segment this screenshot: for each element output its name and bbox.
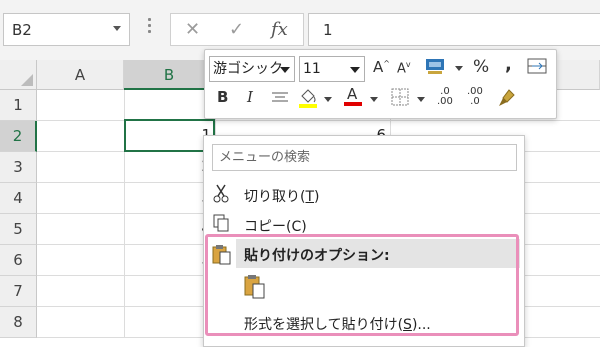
comma-style-button[interactable]: , (505, 54, 512, 75)
font-size-value: 11 (303, 61, 321, 77)
chevron-down-icon (280, 67, 290, 73)
cell-b3[interactable]: 2 (124, 157, 211, 175)
chevron-down-icon[interactable] (324, 97, 332, 102)
row-header-3[interactable]: 3 (0, 152, 37, 183)
grid-line (37, 120, 600, 121)
highlight-box (205, 234, 519, 336)
copy-icon (212, 214, 230, 236)
row-header-1[interactable]: 1 (0, 90, 37, 121)
row-header-5[interactable]: 5 (0, 214, 37, 245)
align-center-icon[interactable] (271, 90, 289, 110)
format-painter-icon[interactable] (497, 88, 517, 112)
row-header-6[interactable]: 6 (0, 245, 37, 276)
font-name-value: 游ゴシック (213, 61, 283, 77)
cell-b5[interactable]: 4 (124, 219, 211, 237)
fill-color-icon[interactable] (297, 86, 319, 114)
chevron-down-icon[interactable] (455, 66, 463, 71)
cell-b6[interactable]: 5 (124, 250, 211, 268)
scissors-icon (212, 184, 230, 208)
row-header-7[interactable]: 7 (0, 276, 37, 307)
italic-button[interactable]: I (247, 88, 253, 106)
chevron-down-icon (350, 67, 360, 73)
svg-text:A: A (347, 85, 358, 103)
chevron-down-icon[interactable] (417, 97, 425, 102)
name-box[interactable]: B2 (3, 13, 130, 46)
enter-icon[interactable]: ✓ (229, 19, 244, 40)
wrap-text-icon[interactable] (527, 57, 547, 79)
formula-input-value: 1 (323, 21, 333, 39)
shrink-font-button[interactable]: Av (397, 60, 411, 76)
insert-function-button[interactable]: fx (271, 19, 288, 40)
cell-b4[interactable]: 3 (124, 188, 211, 206)
column-header-a[interactable]: A (37, 60, 124, 90)
row-header-4[interactable]: 4 (0, 183, 37, 214)
active-cell-border (124, 119, 215, 152)
formula-buttons: ✕ ✓ fx (170, 13, 304, 46)
chevron-down-icon[interactable] (113, 26, 121, 31)
drag-handle-icon[interactable] (148, 18, 152, 36)
row-header-2[interactable]: 2 (0, 121, 37, 152)
font-name-dropdown[interactable]: 游ゴシック (209, 56, 295, 82)
menu-search-input[interactable]: メニューの検索 (212, 144, 517, 171)
decrease-decimal-button[interactable]: .00 .0 (467, 87, 483, 107)
increase-decimal-button[interactable]: .0 .00 (437, 87, 453, 107)
chevron-down-icon[interactable] (370, 97, 378, 102)
percent-style-button[interactable]: % (473, 57, 489, 77)
grow-font-button[interactable]: A^ (373, 58, 390, 76)
accounting-format-icon[interactable] (425, 56, 447, 80)
select-all-corner[interactable] (0, 60, 37, 90)
column-header-b[interactable]: B (124, 60, 215, 90)
font-size-dropdown[interactable]: 11 (299, 56, 365, 82)
cancel-icon[interactable]: ✕ (185, 19, 200, 40)
menu-item-copy[interactable]: コピー(C) (244, 216, 307, 236)
font-color-icon[interactable]: A (343, 84, 363, 112)
row-header-8[interactable]: 8 (0, 307, 37, 338)
mini-toolbar: 游ゴシック 11 A^ Av % , B I A .0 .00 .00 .0 (204, 49, 557, 119)
name-box-value: B2 (12, 21, 32, 39)
bold-button[interactable]: B (217, 88, 228, 106)
formula-input[interactable]: 1 (308, 13, 600, 46)
menu-item-cut[interactable]: 切り取り(T) (244, 186, 320, 206)
borders-icon[interactable] (391, 88, 409, 110)
